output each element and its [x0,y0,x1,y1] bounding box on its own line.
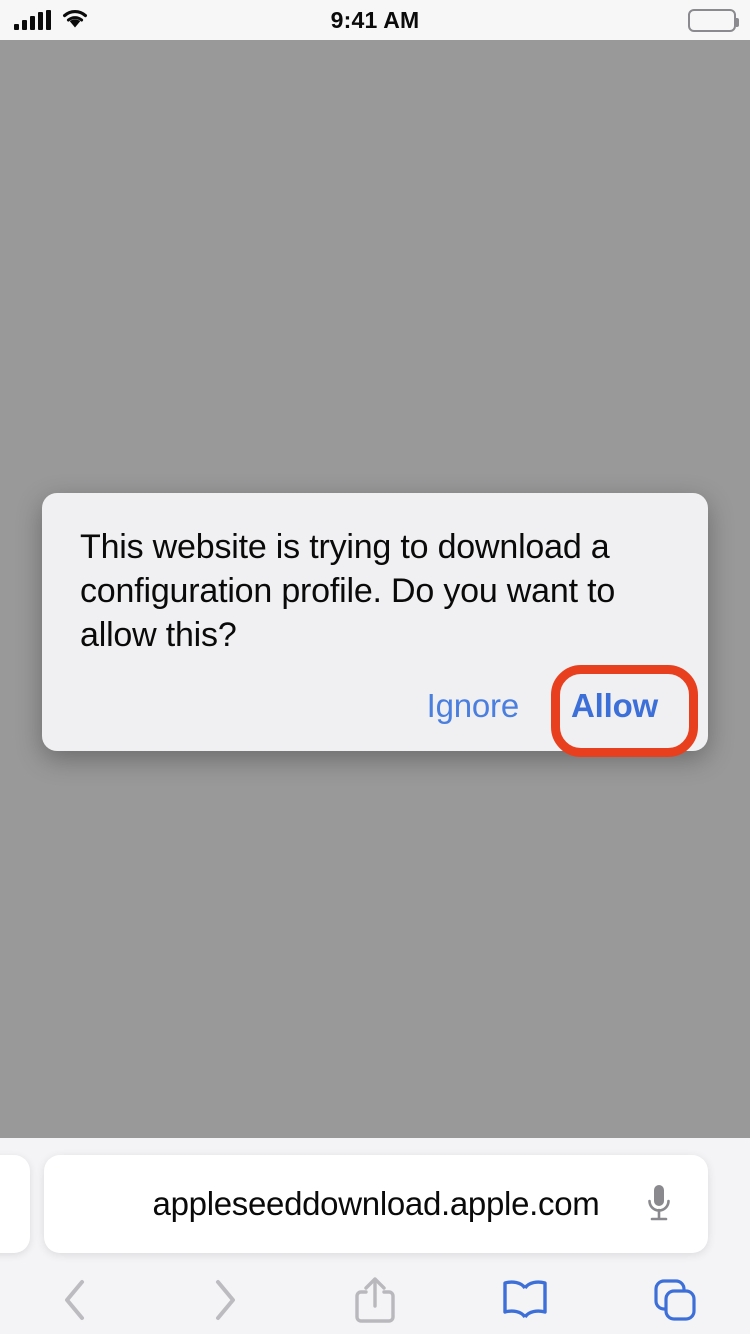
share-button[interactable] [300,1266,450,1334]
chevron-left-icon [65,1280,84,1320]
back-button[interactable] [0,1266,150,1334]
ignore-button[interactable]: Ignore [427,687,520,725]
web-page-content: This website is trying to download a con… [0,40,750,1138]
browser-bottom-bar: appleseeddownload.apple.com [0,1138,750,1334]
tabs-icon [654,1279,696,1321]
share-icon [355,1277,395,1323]
browser-toolbar [0,1266,750,1334]
alert-button-row: Ignore Allow [80,657,674,751]
chevron-right-icon [216,1280,235,1320]
iphone-screen: 9:41 AM This website is trying to downlo… [0,0,750,1334]
adjacent-tab-card[interactable] [0,1155,30,1253]
battery-full-icon [688,8,739,32]
tabs-button[interactable] [600,1266,750,1334]
forward-button[interactable] [150,1266,300,1334]
alert-message-text: This website is trying to download a con… [80,528,616,654]
microphone-icon[interactable] [646,1183,672,1225]
status-bar-time: 9:41 AM [330,6,420,33]
bookmarks-button[interactable] [450,1266,600,1334]
download-profile-alert: This website is trying to download a con… [42,493,708,751]
url-text: appleseeddownload.apple.com [152,1185,600,1222]
allow-button[interactable]: Allow [571,687,658,725]
address-bar[interactable]: appleseeddownload.apple.com [44,1155,708,1253]
status-bar: 9:41 AM [0,0,750,40]
book-icon [503,1280,547,1319]
status-bar-right [688,0,739,40]
